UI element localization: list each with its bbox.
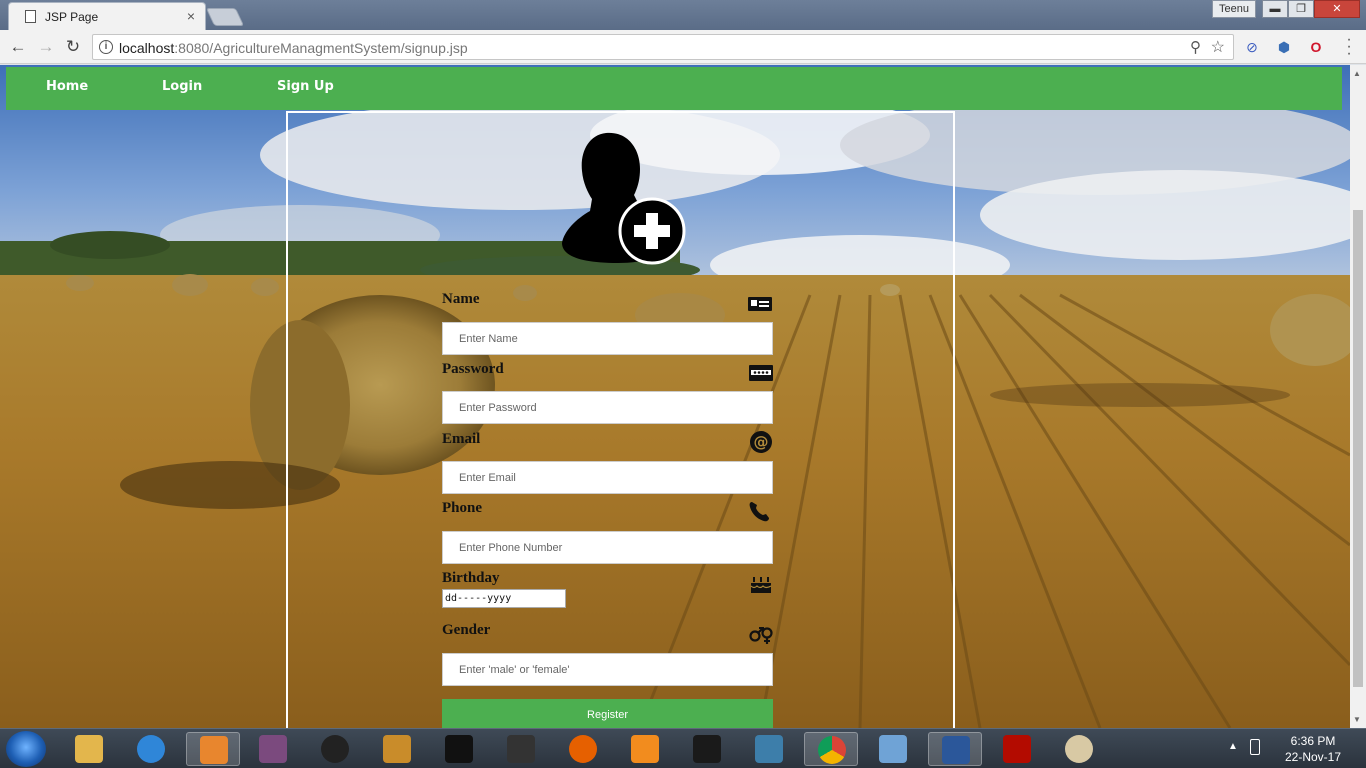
tab-title: JSP Page: [45, 10, 99, 24]
taskbar-ie[interactable]: [124, 732, 178, 766]
sublime-text-icon: [631, 735, 659, 763]
minimize-button[interactable]: ▬: [1262, 0, 1288, 18]
name-input[interactable]: [442, 322, 773, 355]
taskbar-mysql-workbench[interactable]: [742, 732, 796, 766]
sleeping-dogs-icon: [507, 735, 535, 763]
scroll-up-icon[interactable]: ▲: [1353, 69, 1361, 78]
taskbar-explorer[interactable]: [62, 732, 116, 766]
nav-login-link[interactable]: Login: [162, 79, 202, 94]
gender-label: Gender: [442, 622, 491, 638]
opera-extension-icon[interactable]: O: [1307, 38, 1325, 56]
taskbar-mysql-console[interactable]: [680, 732, 734, 766]
gender-input[interactable]: [442, 653, 773, 686]
name-label: Name: [442, 291, 480, 307]
taskbar-cs-go[interactable]: [370, 732, 424, 766]
address-bar[interactable]: i localhost:8080/AgricultureManagmentSys…: [92, 34, 1234, 60]
taskbar-game-1[interactable]: [246, 732, 300, 766]
email-label: Email: [442, 431, 481, 447]
at-sign-icon: @: [750, 431, 772, 453]
word-icon: [942, 736, 970, 764]
birthday-label: Birthday: [442, 570, 500, 586]
wwe-icon: [445, 735, 473, 763]
browser-menu-icon[interactable]: · · ·: [1344, 32, 1354, 62]
taskbar-paint[interactable]: [1052, 732, 1106, 766]
maximize-button[interactable]: ❐: [1288, 0, 1314, 18]
email-input[interactable]: [442, 461, 773, 494]
virtualbox-icon: [879, 735, 907, 763]
tab-close-icon[interactable]: ×: [187, 8, 195, 24]
taskbar-virtualbox[interactable]: [866, 732, 920, 766]
system-clock[interactable]: 6:36 PM 22-Nov-17: [1283, 733, 1343, 765]
tray-expand-icon[interactable]: ▲: [1228, 741, 1238, 752]
scroll-down-icon[interactable]: ▼: [1353, 715, 1361, 724]
game-15-icon: [321, 735, 349, 763]
page-scrollbar[interactable]: ▲ ▼: [1350, 65, 1366, 728]
password-label: Password: [442, 361, 504, 377]
id-card-icon: [748, 297, 772, 311]
url-text: localhost:8080/AgricultureManagmentSyste…: [119, 40, 468, 56]
windows-taskbar: ▲ 6:36 PM 22-Nov-17: [0, 728, 1366, 768]
taskbar-wwe[interactable]: [432, 732, 486, 766]
phone-icon: [749, 502, 769, 522]
svg-text:@: @: [754, 433, 769, 451]
gender-icon: [749, 627, 773, 644]
chrome-icon: [818, 736, 846, 764]
acrobat-icon: [1003, 735, 1031, 763]
taskbar-firefox[interactable]: [556, 732, 610, 766]
clock-time: 6:36 PM: [1290, 734, 1336, 748]
taskbar-sleeping-dogs[interactable]: [494, 732, 548, 766]
nav-home-link[interactable]: Home: [46, 79, 88, 94]
firefox-icon: [569, 735, 597, 763]
register-button[interactable]: Register: [442, 699, 773, 728]
mysql-console-icon: [693, 735, 721, 763]
add-user-icon: [562, 132, 686, 265]
forward-icon[interactable]: →: [35, 36, 57, 58]
birthday-date-input[interactable]: [442, 589, 566, 608]
browser-toolbar: ← → ↻ i localhost:8080/AgricultureManagm…: [0, 30, 1366, 64]
profile-button[interactable]: Teenu: [1212, 0, 1256, 18]
paint-icon: [1065, 735, 1093, 763]
media-player-icon: [200, 736, 228, 764]
back-icon[interactable]: ←: [7, 36, 29, 58]
bookmark-star-icon[interactable]: ☆: [1211, 37, 1225, 57]
browser-titlebar: JSP Page × Teenu ▬ ❐ ✕: [0, 0, 1366, 30]
internet-explorer-icon: [137, 735, 165, 763]
taskbar-acrobat[interactable]: [990, 732, 1044, 766]
close-window-button[interactable]: ✕: [1314, 0, 1360, 18]
taskbar-media-player[interactable]: [186, 732, 240, 766]
block-extension-icon[interactable]: ⊘: [1243, 38, 1261, 56]
new-tab-button[interactable]: [205, 8, 245, 26]
cs-go-icon: [383, 735, 411, 763]
info-icon[interactable]: i: [99, 40, 113, 54]
battery-icon[interactable]: [1250, 739, 1260, 755]
page-icon: [25, 10, 36, 23]
taskbar-game-15[interactable]: [308, 732, 362, 766]
taskbar-word[interactable]: [928, 732, 982, 766]
top-navigation: Home Login Sign Up: [6, 67, 1342, 110]
start-button[interactable]: [6, 731, 46, 767]
mysql-workbench-icon: [755, 735, 783, 763]
clock-date: 22-Nov-17: [1284, 750, 1342, 764]
reload-icon[interactable]: ↻: [62, 36, 84, 58]
password-card-icon: [749, 365, 773, 381]
phone-label: Phone: [442, 500, 483, 516]
cake-icon: [750, 577, 772, 593]
game-icon: [259, 735, 287, 763]
phone-input[interactable]: [442, 531, 773, 564]
scrollbar-thumb[interactable]: [1353, 210, 1363, 687]
page-viewport: Home Login Sign Up Name Password Email @…: [0, 65, 1350, 728]
search-icon[interactable]: ⚲: [1190, 38, 1201, 56]
folder-icon: [75, 735, 103, 763]
cube-extension-icon[interactable]: ⬢: [1275, 38, 1293, 56]
browser-tab[interactable]: JSP Page ×: [8, 2, 206, 30]
nav-signup-link[interactable]: Sign Up: [277, 79, 334, 94]
taskbar-sublime[interactable]: [618, 732, 672, 766]
taskbar-chrome[interactable]: [804, 732, 858, 766]
password-input[interactable]: [442, 391, 773, 424]
